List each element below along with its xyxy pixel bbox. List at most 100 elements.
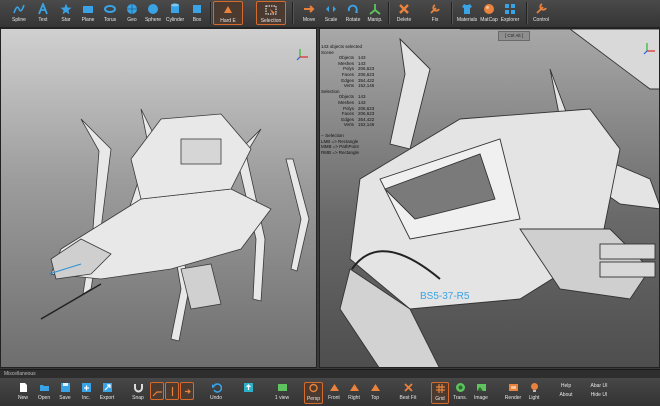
delete-button[interactable]: Delete [393, 1, 415, 25]
help-line-rmb: RMB => Rectangle [321, 149, 360, 155]
right-viewport[interactable]: BS5-37-R5 [ Ctrl Alt ] 143 objects selec… [319, 28, 660, 368]
scale-button[interactable]: Scale [320, 1, 342, 25]
upload-button[interactable] [240, 382, 256, 404]
one-view-button[interactable]: 1 view [272, 382, 292, 404]
explorer-icon [505, 4, 515, 14]
fix-icon [430, 4, 440, 14]
box-button[interactable]: Box [186, 1, 208, 25]
materials-button[interactable]: Materials [455, 1, 479, 25]
snap-option-2-button[interactable] [165, 382, 179, 400]
text-icon [38, 3, 48, 15]
control-button[interactable]: Control [529, 1, 553, 25]
selection-button[interactable]: Selection [256, 1, 286, 25]
matcap-button[interactable]: MatCap [478, 1, 500, 25]
geo-icon [127, 4, 137, 14]
snap-magnet-icon [133, 384, 143, 393]
grid-button[interactable]: Grid [431, 382, 449, 404]
star-button[interactable]: Star [55, 1, 77, 25]
export-icon [102, 383, 112, 392]
snap-button[interactable]: Snap [129, 382, 147, 404]
miscellaneous-label: Miscellaneous [4, 371, 36, 377]
arrow-up-icon [243, 383, 253, 392]
selection-stats: Objects 143 Meshes 143 Polys 206,623 Faces 206,… [320, 94, 380, 128]
delete-icon [399, 4, 409, 14]
new-button[interactable]: New [14, 382, 32, 404]
ui-toggle-group: Abar UI Hide UI [584, 382, 614, 404]
incremental-save-icon [81, 383, 91, 392]
light-bulb-icon [530, 383, 538, 392]
rotate-icon [347, 4, 358, 13]
scale-icon [326, 6, 336, 12]
left-viewport[interactable] [0, 28, 317, 368]
manip-button[interactable]: Manip. [364, 1, 386, 25]
plane-button[interactable]: Plane [77, 1, 99, 25]
open-button[interactable]: Open [35, 382, 53, 404]
hide-ui-button[interactable]: Hide UI [591, 391, 608, 400]
torus-button[interactable]: Torus [99, 1, 121, 25]
spline-button[interactable]: Spline [8, 1, 30, 25]
stat-value: 152,146 [358, 83, 375, 89]
sphere-button[interactable]: Sphere [142, 1, 164, 25]
render-icon [508, 384, 518, 391]
star-icon [60, 3, 72, 15]
hard-e-button[interactable]: Hard E [213, 1, 243, 25]
undo-icon [211, 383, 222, 393]
stat-row: Verts 152,146 [320, 122, 380, 128]
move-icon [304, 5, 315, 13]
rotate-button[interactable]: Rotate [342, 1, 364, 25]
light-button[interactable]: Light [525, 382, 543, 404]
transparency-icon [455, 383, 465, 392]
snap-vertex-icon [171, 387, 173, 396]
save-button[interactable]: Save [56, 382, 74, 404]
snap-option-3-button[interactable] [180, 382, 194, 400]
spline-icon [13, 4, 25, 14]
inc-button[interactable]: Inc. [77, 382, 95, 404]
materials-shirt-icon [462, 4, 472, 14]
geo-button[interactable]: Geo [121, 1, 143, 25]
export-button[interactable]: Export [97, 382, 117, 404]
manipulator-icon [369, 4, 381, 15]
new-file-icon [19, 383, 27, 392]
image-button[interactable]: Image [472, 382, 490, 404]
best-fit-button[interactable]: Best Fit [397, 382, 419, 404]
ctrl-alt-button[interactable]: [ Ctrl Alt ] [498, 31, 530, 41]
front-view-icon [329, 384, 339, 391]
grid-icon [435, 384, 445, 393]
trans-button[interactable]: Trans. [451, 382, 469, 404]
snap-grid-icon [152, 391, 162, 397]
stats-overlay: 143 objects selected Scene Objects 143 Mes… [320, 29, 380, 155]
hull-decal: BS5-37-R5 [420, 291, 470, 302]
save-icon [60, 383, 70, 392]
top-view-button[interactable]: Top [366, 382, 384, 404]
mech-model-render [40, 108, 310, 342]
axis-gizmo-icon [643, 43, 655, 55]
snap-option-1-button[interactable] [150, 382, 164, 400]
stat-row: Verts 152,146 [320, 83, 380, 89]
move-button[interactable]: Move [298, 1, 320, 25]
perspective-icon [309, 383, 318, 393]
control-wrench-icon [536, 3, 547, 14]
stat-key: Verts [343, 83, 354, 89]
text-button[interactable]: Text [32, 1, 54, 25]
cylinder-icon [171, 3, 179, 13]
persp-button[interactable]: Persp [304, 382, 323, 404]
box-icon [193, 5, 201, 13]
best-fit-icon [403, 383, 413, 392]
torus-icon [104, 5, 116, 13]
abar-ui-button[interactable]: Abar UI [591, 382, 608, 391]
about-button[interactable]: About [559, 391, 572, 400]
front-view-button[interactable]: Front [325, 382, 343, 404]
fix-button[interactable]: Fix [424, 1, 446, 25]
folder-open-icon [39, 385, 49, 391]
render-button[interactable]: Render [503, 382, 523, 404]
axis-gizmo-icon [296, 49, 308, 61]
single-view-icon [277, 384, 287, 391]
undo-button[interactable]: Undo [207, 382, 225, 404]
explorer-button[interactable]: Explorer [499, 1, 521, 25]
help-button[interactable]: Help [561, 382, 571, 391]
cylinder-button[interactable]: Cylinder [163, 1, 187, 25]
hard-edge-icon [224, 6, 232, 13]
stat-key: Verts [343, 122, 354, 128]
right-view-button[interactable]: Right [345, 382, 363, 404]
image-icon [476, 384, 486, 391]
